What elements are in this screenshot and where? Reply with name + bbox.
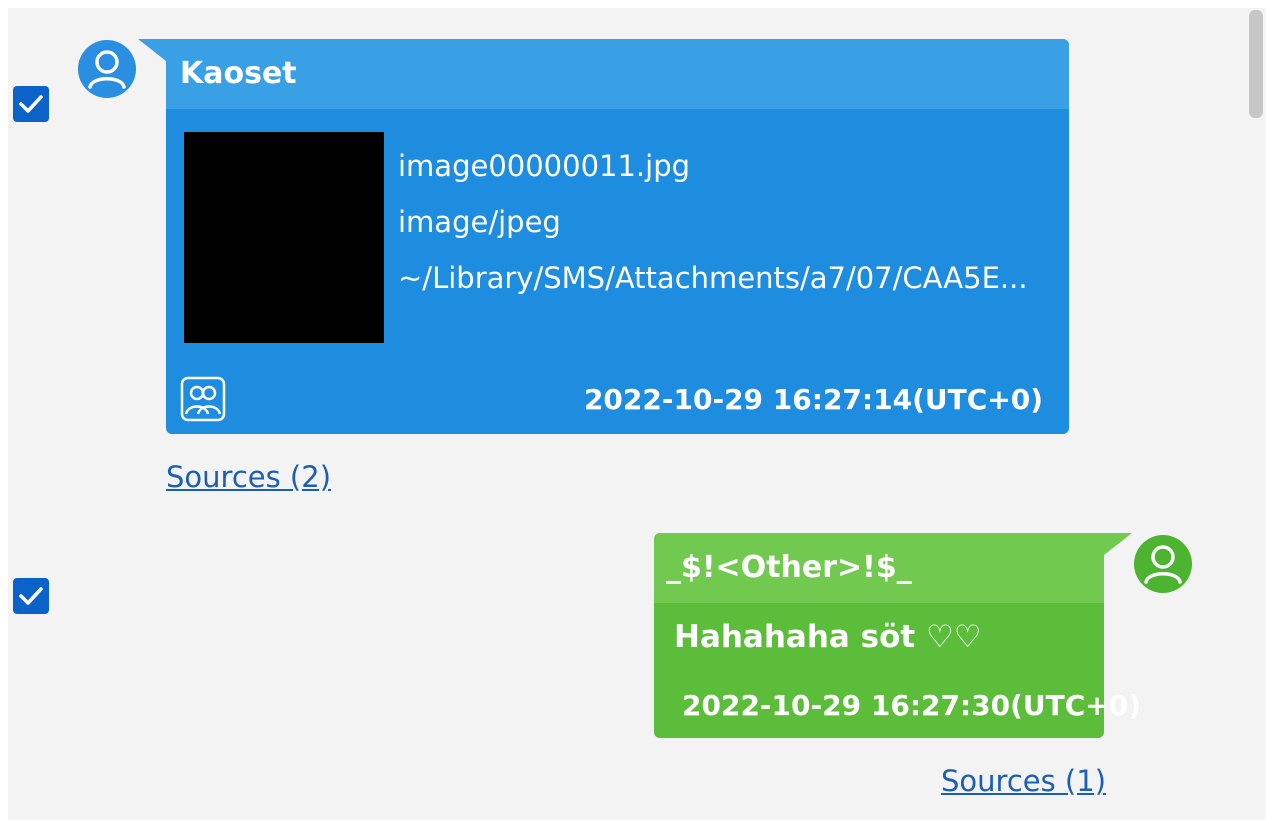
bubble-tail (1104, 533, 1132, 555)
incoming-message-bubble: Kaoset image00000011.jpg image/jpeg ~/Li… (138, 39, 1069, 434)
message-timestamp: 2022-10-29 16:27:14(UTC+0) (583, 383, 1043, 416)
sender-name: Kaoset (166, 39, 1069, 109)
message-select-checkbox[interactable] (13, 578, 49, 614)
message-select-checkbox[interactable] (13, 86, 49, 122)
scrollbar-thumb[interactable] (1249, 10, 1263, 118)
scrollbar-track[interactable] (1248, 8, 1265, 820)
checkmark-icon (19, 95, 43, 113)
bubble-tail (138, 39, 166, 61)
sources-link[interactable]: Sources (2) (166, 460, 331, 494)
user-avatar-icon (78, 40, 136, 98)
contacts-icon[interactable] (180, 376, 226, 422)
message-list: Kaoset image00000011.jpg image/jpeg ~/Li… (8, 8, 1265, 820)
sources-link[interactable]: Sources (1) (941, 764, 1106, 798)
attachment-thumbnail[interactable] (184, 132, 384, 343)
user-avatar-icon (1134, 535, 1192, 593)
checkmark-icon (19, 587, 43, 605)
message-text: Hahahaha söt ♡♡ (674, 619, 982, 655)
attachment-mime-type: image/jpeg (398, 205, 561, 239)
attachment-path: ~/Library/SMS/Attachments/a7/07/CAA5E... (398, 261, 1028, 295)
attachment-filename: image00000011.jpg (398, 149, 691, 183)
sender-name: _$!<Other>!$_ (654, 533, 1104, 603)
outgoing-message-bubble: _$!<Other>!$_ Hahahaha söt ♡♡ 2022-10-29… (654, 533, 1141, 738)
message-timestamp: 2022-10-29 16:27:30(UTC+0) (682, 689, 1142, 722)
